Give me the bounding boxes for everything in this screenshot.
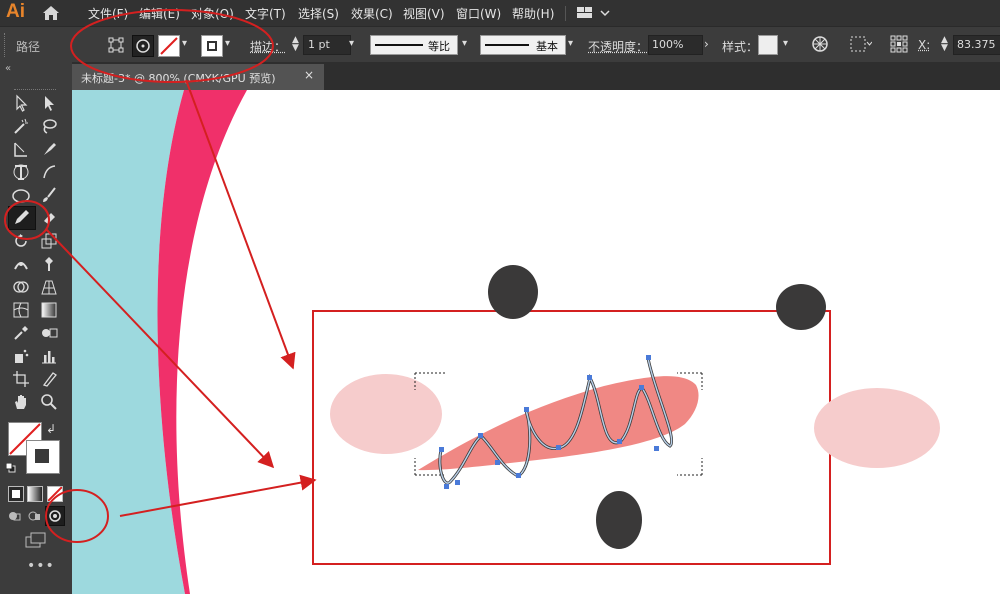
arrow-pencil-to-rect: [45, 228, 275, 469]
highlight-ring-control: [70, 9, 274, 83]
annotation-overlay: [4, 9, 317, 543]
highlight-ring-draw-mode: [45, 489, 109, 543]
highlight-ring-pencil: [4, 200, 50, 240]
arrow-draw-mode-to-rect: [119, 474, 317, 517]
arrow-control-to-rect: [185, 79, 296, 370]
